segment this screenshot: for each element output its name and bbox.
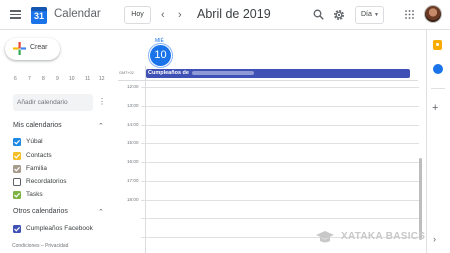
hour-line[interactable] <box>141 143 419 144</box>
checkbox-icon[interactable] <box>13 165 21 173</box>
day-number[interactable]: 10 <box>148 43 173 68</box>
my-calendars-title[interactable]: Mis calendarios <box>13 122 62 129</box>
timezone-label: GMT+02 <box>119 71 134 75</box>
allday-event[interactable]: Cumpleaños de <box>146 69 410 78</box>
calendar-label: Cumpleaños Facebook <box>26 225 93 232</box>
checkbox-icon[interactable] <box>13 225 21 233</box>
time-column-divider <box>145 66 146 253</box>
mini-calendar-day[interactable]: 12 <box>99 76 105 82</box>
mini-calendar-week: 6 7 8 9 10 11 12 <box>10 76 110 84</box>
mini-calendar-day[interactable]: 6 <box>14 76 17 82</box>
footer-links[interactable]: Condiciones – Privacidad <box>12 243 68 249</box>
calendar-label: Recordatorios <box>26 178 67 185</box>
keep-icon[interactable] <box>433 40 442 50</box>
chevron-up-icon[interactable]: ⌃ <box>98 122 104 130</box>
rail-divider <box>431 88 445 89</box>
hour-label: 18:00 <box>127 197 139 202</box>
mini-calendar-day[interactable]: 7 <box>28 76 31 82</box>
plus-icon <box>13 42 26 55</box>
today-button[interactable]: Hoy <box>124 6 151 24</box>
current-month-label: Abril de 2019 <box>197 7 271 21</box>
hour-label: 13:00 <box>127 103 139 108</box>
chevron-right-icon[interactable]: › <box>178 8 182 22</box>
calendar-label: Familia <box>26 165 47 172</box>
watermark-text: XATAKA BASICS <box>341 231 426 242</box>
hour-line[interactable] <box>141 181 419 182</box>
calendar-logo-icon: 31 <box>31 7 47 24</box>
hour-line[interactable] <box>141 200 419 201</box>
chevron-right-icon[interactable]: › <box>433 234 436 244</box>
hour-line[interactable] <box>141 106 419 107</box>
hour-label: 12:00 <box>127 84 139 89</box>
tasks-icon[interactable] <box>433 64 443 74</box>
weekday-label: MIÉ <box>155 38 164 44</box>
hour-line[interactable] <box>141 87 419 88</box>
mini-calendar-day[interactable]: 10 <box>69 76 75 82</box>
hour-label: 17:00 <box>127 178 139 183</box>
add-calendar-input[interactable]: Añadir calendario <box>13 94 93 111</box>
hour-label: 15:00 <box>127 140 139 145</box>
checkbox-icon[interactable] <box>13 138 21 146</box>
checkbox-icon[interactable] <box>13 191 21 199</box>
create-label: Crear <box>30 44 48 51</box>
dropdown-arrow-icon: ▼ <box>374 12 379 18</box>
mini-calendar-day[interactable]: 9 <box>56 76 59 82</box>
avatar[interactable] <box>424 5 442 23</box>
calendar-label: Yúbal <box>26 138 43 145</box>
scrollbar-thumb[interactable] <box>419 158 422 240</box>
mini-calendar-day[interactable]: 11 <box>85 76 90 82</box>
add-addon-icon[interactable]: + <box>432 103 438 114</box>
checkbox-icon[interactable] <box>13 152 21 160</box>
hour-line[interactable] <box>141 162 419 163</box>
view-selector-label: Día <box>361 11 372 18</box>
chevron-left-icon[interactable]: ‹ <box>161 8 165 22</box>
checkbox-icon[interactable] <box>13 178 21 186</box>
watermark-logo-icon <box>316 231 334 243</box>
search-icon[interactable] <box>313 9 324 20</box>
create-button[interactable]: Crear <box>5 38 60 60</box>
calendar-label: Tasks <box>26 191 43 198</box>
event-title: Cumpleaños de <box>148 70 189 76</box>
more-options-icon[interactable]: ⋮ <box>98 98 106 106</box>
redacted-name <box>191 70 254 75</box>
app-title: Calendar <box>54 8 101 20</box>
hour-label: 16:00 <box>127 159 139 164</box>
apps-grid-icon[interactable] <box>405 10 414 19</box>
chevron-up-icon[interactable]: ⌃ <box>98 208 104 216</box>
calendar-label: Contacts <box>26 152 52 159</box>
view-selector[interactable]: Día ▼ <box>355 6 384 24</box>
gear-icon[interactable] <box>333 9 345 21</box>
mini-calendar-day[interactable]: 8 <box>42 76 45 82</box>
hour-label: 14:00 <box>127 122 139 127</box>
menu-icon[interactable] <box>10 10 21 19</box>
hour-line[interactable] <box>141 125 419 126</box>
hour-line[interactable] <box>141 218 419 219</box>
other-calendars-title[interactable]: Otros calendarios <box>13 208 68 215</box>
grid-divider <box>118 80 418 81</box>
